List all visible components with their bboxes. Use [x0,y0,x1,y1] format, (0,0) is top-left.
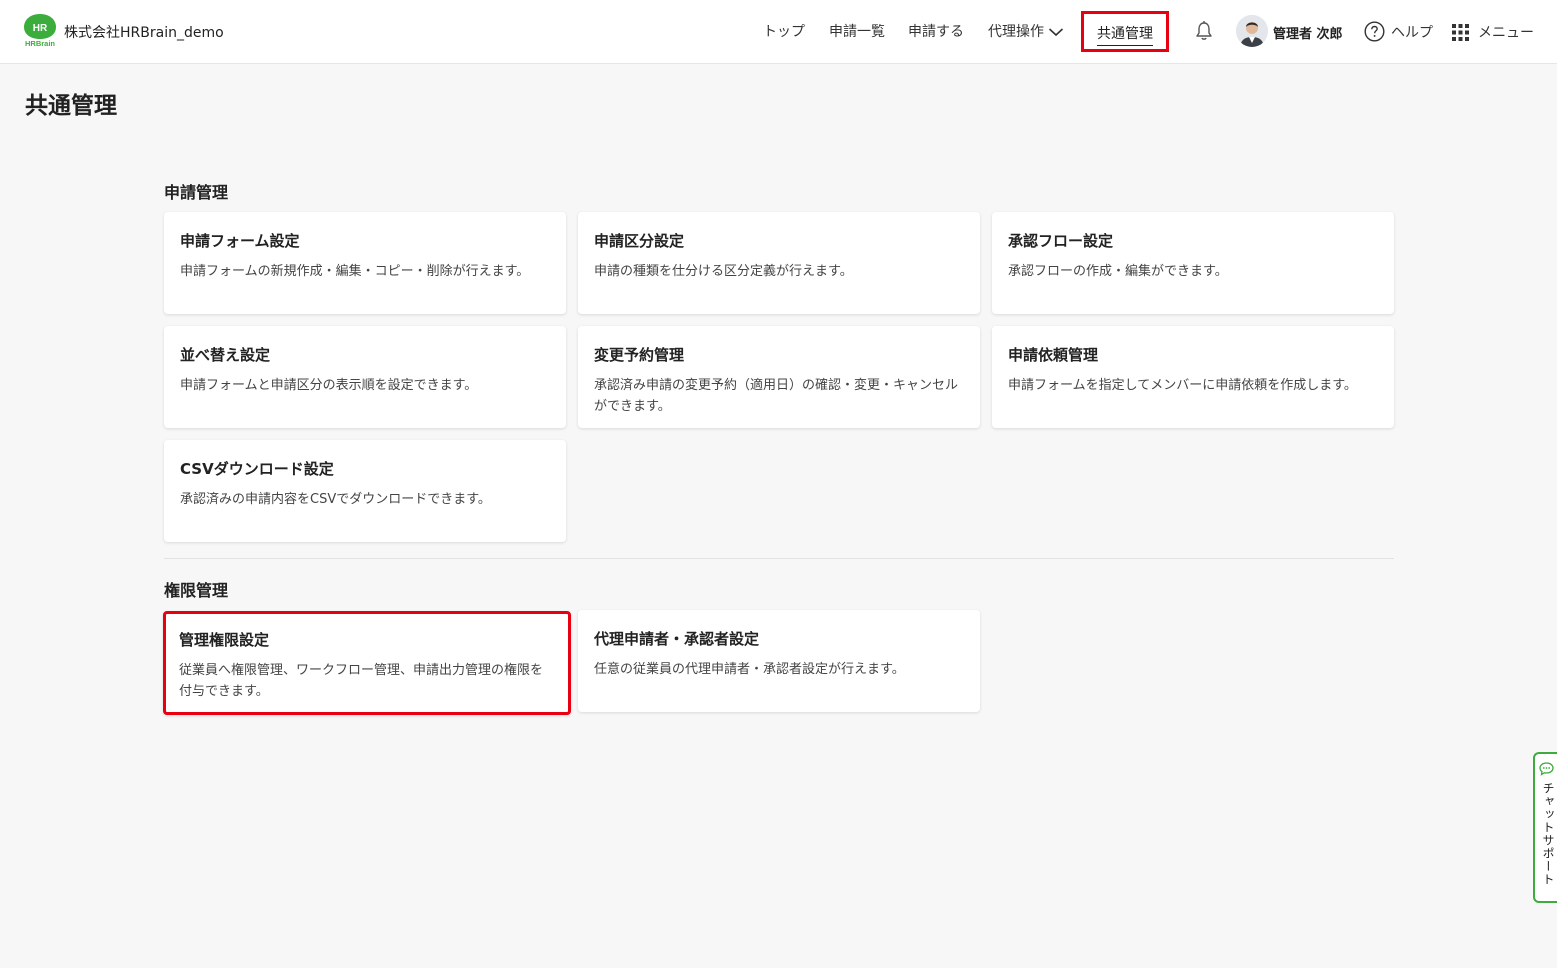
card-description: 申請の種類を仕分ける区分定義が行えます。 [594,264,853,279]
card-description: 承認フローの作成・編集ができます。 [1008,264,1228,279]
card-title: 代理申請者・承認者設定 [594,630,760,648]
section-title-application-management: 申請管理 [164,183,229,202]
card-csv-download-settings[interactable]: CSVダウンロード設定 承認済みの申請内容をCSVでダウンロードできます。 [164,440,566,542]
card-description: 申請フォームを指定してメンバーに申請依頼を作成します。 [1008,378,1357,393]
menu-label: メニュー [1478,25,1534,41]
section-title-permission-management: 権限管理 [164,581,229,600]
nav-common-management[interactable]: 共通管理 [1081,11,1169,52]
card-approval-flow-settings[interactable]: 承認フロー設定 承認フローの作成・編集ができます。 [992,212,1394,314]
card-description: 承認済みの申請内容をCSVでダウンロードできます。 [180,492,491,507]
svg-text:HRBrain: HRBrain [25,39,55,47]
chat-bubble-icon [1539,762,1554,776]
card-title: 申請区分設定 [594,232,685,250]
card-description: 申請フォームの新規作成・編集・コピー・削除が行えます。 [180,264,530,279]
hrbrain-logo[interactable]: HR HRBrain [22,13,58,48]
nav-common-label: 共通管理 [1097,23,1153,46]
nav-top[interactable]: トップ [763,21,805,41]
svg-text:HR: HR [33,23,48,34]
avatar[interactable] [1236,15,1268,47]
top-bar: HR HRBrain 株式会社HRBrain_demo トップ 申請一覧 申請す… [0,0,1557,64]
card-title: 申請依頼管理 [1008,346,1099,364]
card-title: 承認フロー設定 [1008,232,1114,250]
card-description: 任意の従業員の代理申請者・承認者設定が行えます。 [594,662,905,677]
card-admin-permission-settings[interactable]: 管理権限設定 従業員へ権限管理、ワークフロー管理、申請出力管理の権限を付与できま… [163,611,571,715]
help-button[interactable]: ヘルプ [1364,21,1433,42]
nav-proxy-label: 代理操作 [988,24,1044,40]
card-application-request-management[interactable]: 申請依頼管理 申請フォームを指定してメンバーに申請依頼を作成します。 [992,326,1394,428]
card-change-reservation-management[interactable]: 変更予約管理 承認済み申請の変更予約（適用日）の確認・変更・キャンセルができます… [578,326,980,428]
nav-apply[interactable]: 申請する [908,21,964,41]
card-title: 申請フォーム設定 [180,232,300,250]
card-application-category-settings[interactable]: 申請区分設定 申請の種類を仕分ける区分定義が行えます。 [578,212,980,314]
chat-support-tab[interactable]: チャットサポート [1533,752,1557,903]
chevron-down-icon [1048,28,1064,37]
card-application-form-settings[interactable]: 申請フォーム設定 申請フォームの新規作成・編集・コピー・削除が行えます。 [164,212,566,314]
card-title: CSVダウンロード設定 [180,460,334,478]
card-title: 変更予約管理 [594,346,685,364]
nav-proxy-operation[interactable]: 代理操作 [988,21,1064,41]
bell-icon[interactable] [1194,20,1214,46]
question-circle-icon [1364,21,1385,42]
company-name: 株式会社HRBrain_demo [64,25,224,41]
nav-application-list[interactable]: 申請一覧 [829,21,885,41]
user-name[interactable]: 管理者 次郎 [1273,23,1343,42]
card-description: 申請フォームと申請区分の表示順を設定できます。 [180,378,478,393]
card-title: 管理権限設定 [179,631,270,649]
card-description: 従業員へ権限管理、ワークフロー管理、申請出力管理の権限を付与できます。 [179,663,544,699]
card-sort-order-settings[interactable]: 並べ替え設定 申請フォームと申請区分の表示順を設定できます。 [164,326,566,428]
menu-button[interactable]: メニュー [1452,22,1534,42]
page-title: 共通管理 [25,93,117,119]
card-title: 並べ替え設定 [180,346,271,364]
help-label: ヘルプ [1391,24,1433,41]
card-proxy-applicant-approver-settings[interactable]: 代理申請者・承認者設定 任意の従業員の代理申請者・承認者設定が行えます。 [578,610,980,712]
card-description: 承認済み申請の変更予約（適用日）の確認・変更・キャンセルができます。 [594,378,959,414]
chat-support-label: チャットサポート [1541,782,1555,886]
section-divider [164,558,1394,559]
grid-menu-icon [1452,23,1469,41]
